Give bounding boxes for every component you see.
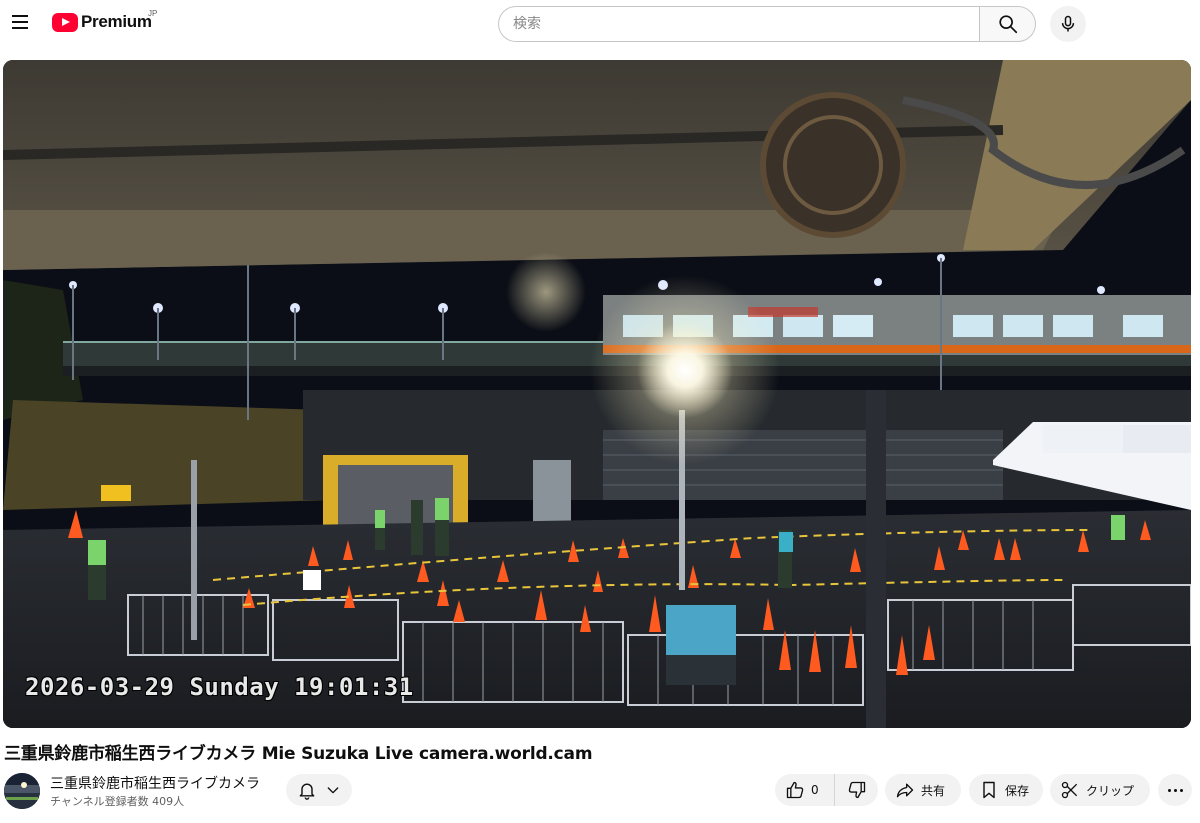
share-button[interactable]: 共有	[885, 774, 961, 806]
like-count: 0	[811, 783, 819, 797]
dislike-button[interactable]	[835, 774, 878, 806]
clip-button[interactable]: クリップ	[1050, 774, 1150, 806]
search-box	[498, 6, 1036, 42]
youtube-logo-icon	[52, 12, 78, 32]
more-icon-dot	[1173, 788, 1177, 792]
notification-settings-button[interactable]	[286, 774, 352, 806]
video-title: 三重県鈴鹿市稲生西ライブカメラ Mie Suzuka Live camera.w…	[4, 744, 593, 764]
more-actions-button[interactable]	[1158, 774, 1192, 806]
more-icon-dot	[1167, 788, 1171, 792]
masthead: Premium JP	[0, 0, 1200, 48]
menu-icon-bar	[12, 27, 28, 29]
like-button[interactable]: 0	[775, 774, 835, 806]
save-label: 保存	[1005, 783, 1030, 798]
menu-icon-bar	[12, 21, 28, 23]
youtube-premium-logo[interactable]: Premium	[52, 10, 152, 34]
subscriber-count: チャンネル登録者数 409人	[50, 795, 185, 808]
logo-brand-text: Premium	[81, 12, 152, 31]
bell-icon	[299, 783, 315, 800]
search-input[interactable]	[498, 6, 979, 42]
search-button[interactable]	[979, 6, 1036, 42]
menu-icon-bar	[12, 15, 28, 17]
save-button[interactable]: 保存	[969, 774, 1043, 806]
camera-timestamp-overlay: 2026-03-29 Sunday 19:01:31	[25, 673, 414, 701]
search-icon	[998, 15, 1017, 34]
like-dislike-group: 0	[775, 774, 878, 806]
voice-search-button[interactable]	[1050, 6, 1086, 42]
clip-label: クリップ	[1086, 783, 1135, 798]
thumbs-down-icon	[848, 781, 865, 799]
share-icon	[896, 783, 914, 798]
logo-region-code: JP	[148, 9, 158, 18]
menu-button[interactable]	[6, 8, 34, 36]
share-label: 共有	[921, 783, 946, 798]
thumbs-up-icon	[786, 781, 804, 799]
channel-avatar[interactable]	[4, 773, 40, 809]
channel-name[interactable]: 三重県鈴鹿市稲生西ライブカメラ	[50, 773, 260, 793]
microphone-icon	[1061, 15, 1075, 32]
more-icon-dot	[1179, 788, 1183, 792]
scissors-icon	[1061, 781, 1078, 799]
bookmark-icon	[983, 781, 995, 799]
video-player[interactable]: 2026-03-29 Sunday 19:01:31	[3, 60, 1191, 728]
chevron-down-icon	[327, 787, 339, 794]
live-camera-frame	[3, 60, 1191, 728]
channel-avatar-image	[4, 773, 40, 809]
